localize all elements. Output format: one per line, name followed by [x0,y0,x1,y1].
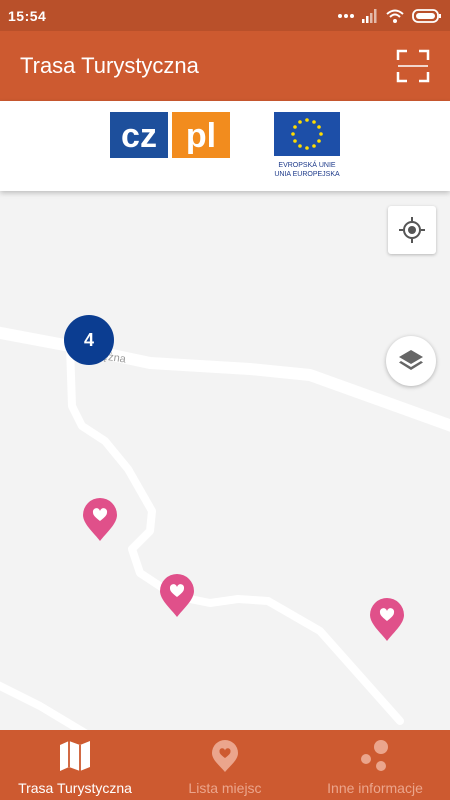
nav-label-trasa: Trasa Turystyczna [18,780,132,796]
status-icons [338,8,442,23]
eu-caption-pl: UNIA EUROPEJSKA [274,171,340,178]
heart-pin-icon[interactable] [81,496,119,542]
layers-icon [399,350,423,370]
logo-band: cz pl EVROPSKÁ UNIE UNIA EUROPEJSKA [0,101,450,191]
marker-cluster[interactable]: 4 [64,315,114,365]
status-time: 15:54 [8,7,47,24]
my-location-button[interactable] [388,206,436,254]
map-layers-button[interactable] [386,336,436,386]
my-location-icon [399,217,425,243]
map-view[interactable]: ężna 4 [0,191,450,730]
map-roads [0,326,450,730]
nav-item-trasa[interactable]: Trasa Turystyczna [0,730,150,800]
nav-label-lista: Lista miejsc [188,780,262,796]
eu-caption-cz: EVROPSKÁ UNIE [278,162,336,169]
status-bar: 15:54 [0,0,450,31]
more-dots-icon [338,13,354,18]
nav-item-inne[interactable]: Inne informacje [300,730,450,800]
page-title: Trasa Turystyczna [20,53,199,78]
bottom-nav: Trasa Turystyczna Lista miejsc Inne info… [0,730,450,800]
svg-text:pl: pl [186,117,216,155]
heart-pin-icon[interactable] [158,572,196,618]
app-bar: Trasa Turystyczna [0,31,450,101]
scan-frame-icon [396,49,430,83]
heart-pin-icon[interactable] [368,596,406,642]
czpl-logo: cz pl [110,112,230,158]
bubbles-icon [361,740,388,771]
map-icon [60,741,90,771]
wifi-icon [386,9,404,23]
eu-logo: EVROPSKÁ UNIE UNIA EUROPEJSKA [270,112,344,184]
svg-text:cz: cz [121,117,157,155]
battery-icon [412,8,441,23]
heart-pin-icon [212,740,238,772]
signal-icon [362,8,377,23]
eu-caption: EVROPSKÁ UNIE UNIA EUROPEJSKA [270,161,344,179]
scan-button[interactable] [396,49,430,83]
nav-item-lista[interactable]: Lista miejsc [150,730,300,800]
nav-label-inne: Inne informacje [327,780,423,796]
eu-flag-icon [274,112,340,156]
